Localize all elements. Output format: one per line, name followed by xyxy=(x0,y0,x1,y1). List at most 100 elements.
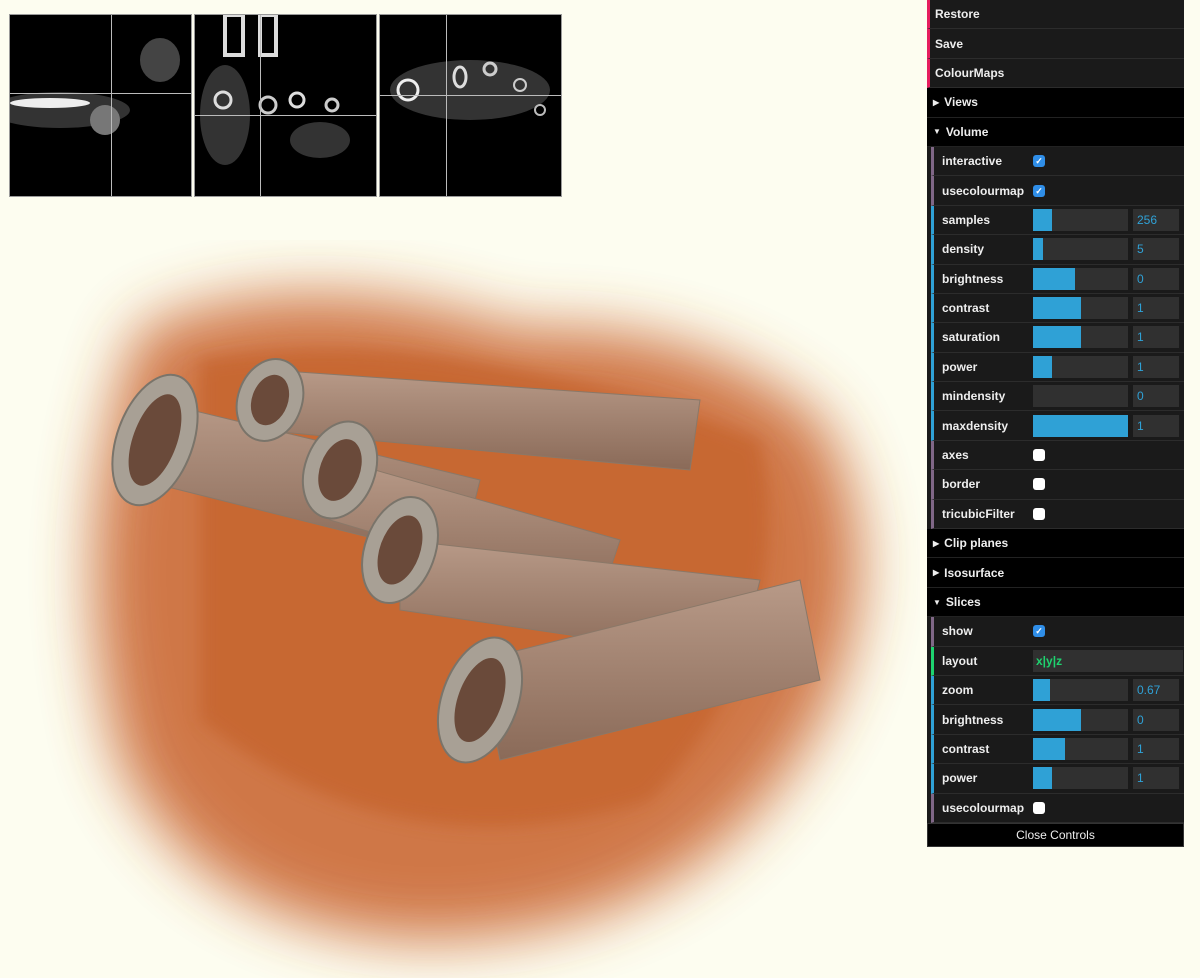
control-label: contrast xyxy=(942,301,990,316)
slices-layout-control: layout x|y|z xyxy=(931,646,1184,676)
mindensity-value-input[interactable]: 0 xyxy=(1133,385,1179,408)
control-label: maxdensity xyxy=(942,418,1009,433)
controls-panel: Restore Save ColourMaps ▶ Views ▼ Volume i… xyxy=(927,0,1184,847)
close-controls-button[interactable]: Close Controls xyxy=(927,822,1184,847)
control-label: density xyxy=(942,242,985,257)
control-label: interactive xyxy=(942,154,1003,169)
maxdensity-value-input[interactable]: 1 xyxy=(1133,414,1179,437)
volume-mindensity-control: mindensity 0 xyxy=(931,382,1184,412)
volume-render-canvas[interactable] xyxy=(0,240,920,978)
power-slider[interactable] xyxy=(1033,355,1128,378)
tricubicfilter-checkbox[interactable] xyxy=(1033,507,1045,520)
slider-fill xyxy=(1033,297,1081,320)
control-label: power xyxy=(942,359,978,374)
volume-contrast-control: contrast 1 xyxy=(931,293,1184,324)
folder-label: Views xyxy=(944,95,978,110)
triangle-down-icon: ▼ xyxy=(933,597,941,607)
slice-x-view[interactable] xyxy=(9,14,192,197)
control-label: usecolourmap xyxy=(942,800,1025,815)
zoom-slider[interactable] xyxy=(1033,679,1128,702)
restore-button[interactable]: Restore xyxy=(927,0,1184,30)
slider-fill xyxy=(1033,326,1081,349)
zoom-value-input[interactable]: 0.67 xyxy=(1133,679,1179,702)
slice-y-view[interactable] xyxy=(194,14,377,197)
usecolourmap-checkbox[interactable]: ✓ xyxy=(1033,184,1045,197)
slices-usecolourmap-control: usecolourmap xyxy=(931,793,1184,823)
slices-contrast-control: contrast 1 xyxy=(931,734,1184,765)
interactive-checkbox[interactable]: ✓ xyxy=(1033,155,1045,168)
colourmaps-button[interactable]: ColourMaps xyxy=(927,58,1184,89)
power-slider[interactable] xyxy=(1033,767,1128,790)
slider-fill xyxy=(1033,679,1051,702)
slider-fill xyxy=(1033,355,1052,378)
power-value-input[interactable]: 1 xyxy=(1133,355,1179,378)
control-label: show xyxy=(942,624,973,639)
slider-fill xyxy=(1033,267,1075,290)
axes-checkbox[interactable] xyxy=(1033,449,1045,462)
volume-border-control: border xyxy=(931,470,1184,500)
contrast-slider[interactable] xyxy=(1033,737,1128,760)
samples-value-input[interactable]: 256 xyxy=(1133,208,1179,231)
folder-label: Volume xyxy=(945,124,989,139)
volume-power-control: power 1 xyxy=(931,352,1184,383)
brightness-slider[interactable] xyxy=(1033,267,1128,290)
usecolourmap-checkbox[interactable] xyxy=(1033,801,1045,814)
volume-saturation-control: saturation 1 xyxy=(931,323,1184,353)
maxdensity-slider[interactable] xyxy=(1033,414,1128,437)
control-label: usecolourmap xyxy=(942,183,1025,198)
folder-views[interactable]: ▶ Views xyxy=(927,88,1184,118)
triangle-right-icon: ▶ xyxy=(933,538,940,548)
density-slider[interactable] xyxy=(1033,238,1128,261)
control-label: mindensity xyxy=(942,389,1006,404)
volume-usecolourmap-control: usecolourmap ✓ xyxy=(931,176,1184,206)
volume-tricubicfilter-control: tricubicFilter xyxy=(931,499,1184,530)
slices-power-control: power 1 xyxy=(931,764,1184,794)
control-label: brightness xyxy=(942,271,1004,286)
triangle-right-icon: ▶ xyxy=(933,568,940,578)
folder-clip-planes[interactable]: ▶ Clip planes xyxy=(927,529,1184,559)
control-label: brightness xyxy=(942,712,1004,727)
mindensity-slider[interactable] xyxy=(1033,385,1128,408)
save-button[interactable]: Save xyxy=(927,29,1184,59)
saturation-value-input[interactable]: 1 xyxy=(1133,326,1179,349)
layout-text-input[interactable]: x|y|z xyxy=(1033,649,1183,672)
brightness-value-input[interactable]: 0 xyxy=(1133,708,1179,731)
folder-label: Slices xyxy=(945,595,981,609)
power-value-input[interactable]: 1 xyxy=(1133,767,1179,790)
control-label: tricubicFilter xyxy=(942,506,1015,521)
folder-label: Clip planes xyxy=(944,536,1009,551)
slider-fill xyxy=(1033,708,1081,731)
slice-z-view[interactable] xyxy=(379,14,562,197)
triangle-down-icon: ▼ xyxy=(933,127,941,137)
brightness-value-input[interactable]: 0 xyxy=(1133,267,1179,290)
volume-axes-control: axes xyxy=(931,440,1184,471)
triangle-right-icon: ▶ xyxy=(933,97,940,107)
show-checkbox[interactable]: ✓ xyxy=(1033,625,1045,638)
folder-isosurface[interactable]: ▶ Isosurface xyxy=(927,558,1184,588)
control-label: layout xyxy=(942,653,978,668)
control-label: contrast xyxy=(942,741,990,756)
samples-slider[interactable] xyxy=(1033,208,1128,231)
density-value-input[interactable]: 5 xyxy=(1133,238,1179,261)
contrast-slider[interactable] xyxy=(1033,297,1128,320)
control-label: border xyxy=(942,477,981,492)
slider-fill xyxy=(1033,767,1052,790)
slider-fill xyxy=(1033,737,1066,760)
control-label: samples xyxy=(942,212,991,227)
slider-fill xyxy=(1033,238,1043,261)
contrast-value-input[interactable]: 1 xyxy=(1133,737,1179,760)
folder-label: Isosurface xyxy=(944,565,1005,580)
slices-zoom-control: zoom 0.67 xyxy=(931,675,1184,706)
volume-interactive-control: interactive ✓ xyxy=(931,146,1184,177)
folder-volume[interactable]: ▼ Volume xyxy=(927,117,1184,147)
contrast-value-input[interactable]: 1 xyxy=(1133,297,1179,320)
saturation-slider[interactable] xyxy=(1033,326,1128,349)
border-checkbox[interactable] xyxy=(1033,478,1045,491)
slices-show-control: show ✓ xyxy=(931,617,1184,647)
control-label: zoom xyxy=(942,683,974,698)
volume-density-control: density 5 xyxy=(931,235,1184,265)
control-label: axes xyxy=(942,448,969,463)
volume-samples-control: samples 256 xyxy=(931,205,1184,236)
folder-slices[interactable]: ▼ Slices xyxy=(927,587,1184,618)
brightness-slider[interactable] xyxy=(1033,708,1128,731)
